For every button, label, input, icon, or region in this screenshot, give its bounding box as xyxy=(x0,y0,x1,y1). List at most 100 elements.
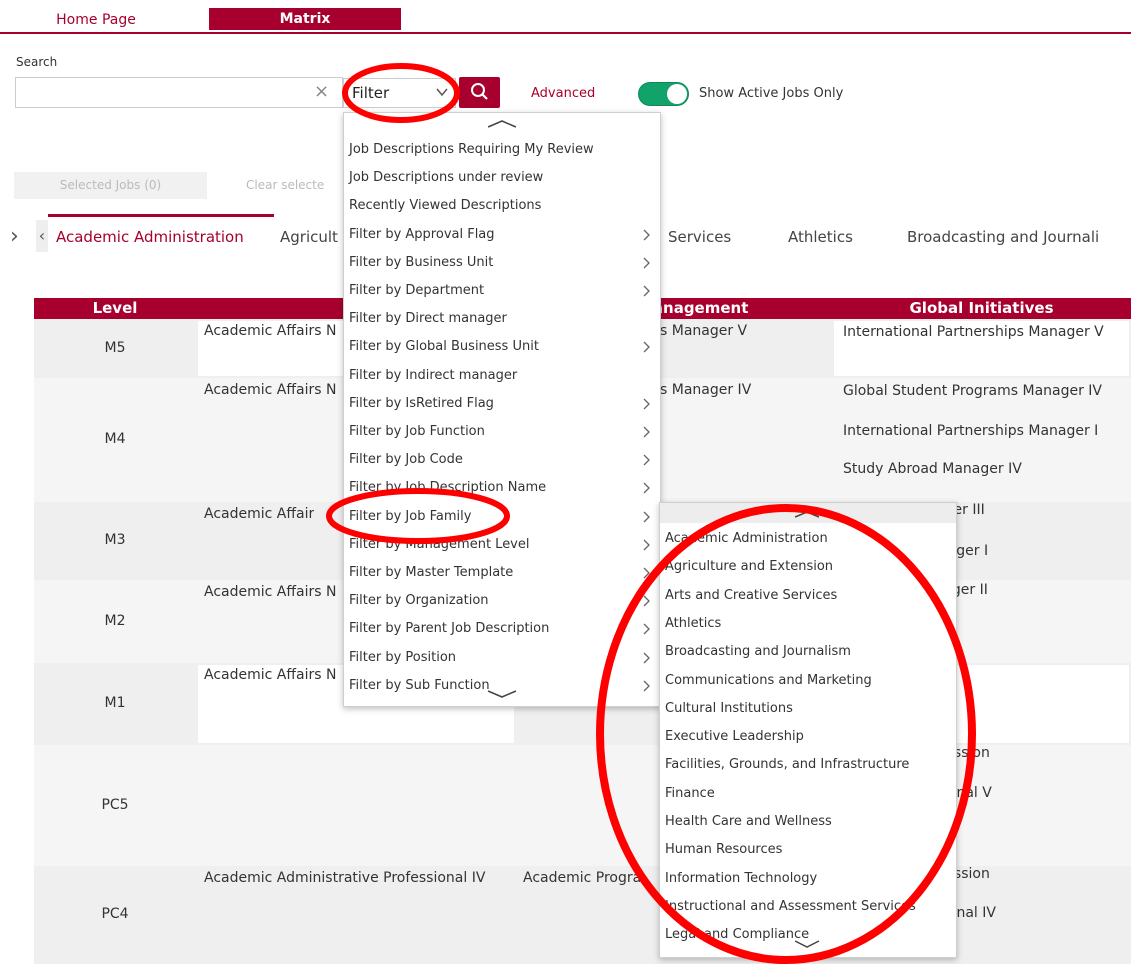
search-input[interactable] xyxy=(15,77,343,108)
active-jobs-toggle[interactable] xyxy=(638,82,689,106)
filter-menu-item-label: Filter by Position xyxy=(349,649,457,665)
job-link[interactable]: Academic Administrative Professional IV xyxy=(204,870,504,887)
level-cell: M4 xyxy=(104,431,126,447)
filter-menu: Job Descriptions Requiring My Review Job … xyxy=(343,112,661,707)
filter-menu-item[interactable]: Filter by Organization xyxy=(349,593,659,608)
tab-broadcasting-and-journalism[interactable]: Broadcasting and Journali xyxy=(907,228,1099,246)
selected-jobs-button[interactable]: Selected Jobs (0) xyxy=(14,172,207,199)
level-cell: PC4 xyxy=(101,906,129,922)
job-link[interactable]: Academic Affairs N xyxy=(204,584,336,600)
chevron-right-icon xyxy=(643,257,650,269)
scroll-up-icon[interactable] xyxy=(344,117,660,131)
filter-menu-item[interactable]: Filter by Master Template xyxy=(349,565,659,580)
chevron-right-icon xyxy=(643,341,650,353)
tab-scroll-right-icon[interactable]: › xyxy=(10,224,19,249)
filter-menu-item[interactable]: Job Descriptions Requiring My Review xyxy=(349,142,659,157)
filter-menu-item-label: Filter by Master Template xyxy=(349,565,514,580)
job-family-option[interactable]: Academic Administration xyxy=(665,531,828,546)
tab-agriculture[interactable]: Agricult xyxy=(280,228,338,246)
job-link[interactable]: International Partnerships Manager I xyxy=(843,423,1131,439)
filter-menu-item[interactable]: Filter by Direct manager xyxy=(349,311,659,326)
header-global-initiatives: Global Initiatives xyxy=(832,298,1131,319)
tab-scroll-left-icon[interactable]: ‹ xyxy=(36,220,48,252)
search-label: Search xyxy=(16,55,58,69)
job-link[interactable]: Global Student Programs Manager IV xyxy=(843,383,1131,399)
job-link[interactable]: International Partnerships Manager V xyxy=(843,324,1131,340)
filter-menu-item[interactable]: Filter by Job Code xyxy=(349,452,659,467)
header-level: Level xyxy=(34,298,196,319)
tab-athletics[interactable]: Athletics xyxy=(788,228,853,246)
chevron-right-icon xyxy=(643,426,650,438)
advanced-search-link[interactable]: Advanced xyxy=(531,86,595,101)
scroll-down-icon[interactable] xyxy=(344,687,660,701)
job-link[interactable]: Study Abroad Manager IV xyxy=(843,461,1131,477)
filter-menu-item-label: Filter by Global Business Unit xyxy=(349,339,539,355)
job-family-option[interactable]: Communications and Marketing xyxy=(665,673,872,688)
filter-menu-item[interactable]: Job Descriptions under review xyxy=(349,170,659,185)
clear-search-icon[interactable]: × xyxy=(314,82,329,102)
level-cell: M1 xyxy=(104,695,126,711)
job-family-option[interactable]: Arts and Creative Services xyxy=(665,588,837,603)
job-family-option[interactable]: Information Technology xyxy=(665,871,817,886)
chevron-right-icon xyxy=(643,539,650,551)
filter-menu-item[interactable]: Filter by Position xyxy=(349,650,659,665)
filter-menu-item[interactable]: Filter by Job Family xyxy=(349,509,659,524)
tab-academic-administration[interactable]: Academic Administration xyxy=(56,228,244,246)
job-link[interactable]: Academic Affair xyxy=(204,506,314,522)
filter-select[interactable]: Filter xyxy=(343,78,456,108)
job-family-option[interactable]: Human Resources xyxy=(665,842,782,857)
job-family-option[interactable]: Cultural Institutions xyxy=(665,701,793,716)
level-cell: PC5 xyxy=(101,796,129,813)
job-link[interactable]: Academic Affairs N xyxy=(204,667,336,683)
table-row xyxy=(34,745,1131,866)
filter-menu-item-label: Job Descriptions under review xyxy=(349,170,544,186)
filter-menu-item-label: Filter by Business Unit xyxy=(349,254,494,270)
clear-selected-button[interactable]: Clear selecte xyxy=(246,178,324,192)
job-link[interactable]: s Manager V xyxy=(660,323,747,339)
filter-menu-item[interactable]: Filter by Management Level xyxy=(349,537,659,552)
chevron-right-icon xyxy=(643,285,650,297)
job-link[interactable]: s Manager IV xyxy=(660,382,751,398)
level-cell: M5 xyxy=(104,339,126,356)
scroll-down-icon[interactable] xyxy=(660,937,956,951)
job-family-option[interactable]: Broadcasting and Journalism xyxy=(665,644,851,659)
filter-menu-item[interactable]: Filter by IsRetired Flag xyxy=(349,396,659,411)
filter-select-value: Filter xyxy=(352,84,390,102)
filter-menu-item-label: Filter by Parent Job Description xyxy=(349,621,550,637)
filter-menu-item[interactable]: Filter by Job Description Name xyxy=(349,480,659,495)
level-cell: M2 xyxy=(104,612,126,629)
job-family-option[interactable]: Health Care and Wellness xyxy=(665,814,832,829)
filter-menu-item[interactable]: Recently Viewed Descriptions xyxy=(349,198,659,213)
scroll-up-icon[interactable] xyxy=(660,507,956,521)
chevron-right-icon xyxy=(643,652,650,664)
active-jobs-label: Show Active Jobs Only xyxy=(699,86,844,101)
chevron-right-icon xyxy=(643,567,650,579)
job-family-option[interactable]: Instructional and Assessment Services xyxy=(665,899,916,914)
job-link[interactable]: Academic Affairs N xyxy=(204,323,336,339)
tab-services[interactable]: Services xyxy=(668,228,731,246)
job-family-submenu: Academic Administration Agriculture and E… xyxy=(659,502,957,958)
job-family-option[interactable]: Athletics xyxy=(665,616,721,631)
filter-menu-item-label: Filter by Job Description Name xyxy=(349,480,547,496)
filter-menu-item[interactable]: Filter by Indirect manager xyxy=(349,368,659,383)
filter-menu-item[interactable]: Filter by Global Business Unit xyxy=(349,339,659,354)
job-link[interactable]: Academic Progra xyxy=(523,870,641,886)
job-family-option[interactable]: Executive Leadership xyxy=(665,729,804,744)
chevron-right-icon xyxy=(643,482,650,494)
filter-menu-item[interactable]: Filter by Parent Job Description xyxy=(349,621,659,636)
job-link[interactable]: Academic Affairs N xyxy=(204,382,336,398)
nav-tab-matrix[interactable]: Matrix xyxy=(209,8,401,30)
nav-tab-home-page[interactable]: Home Page xyxy=(12,8,180,32)
filter-menu-item[interactable]: Filter by Business Unit xyxy=(349,255,659,270)
job-family-option[interactable]: Facilities, Grounds, and Infrastructure xyxy=(665,757,909,772)
search-button[interactable] xyxy=(459,77,500,108)
job-family-option[interactable]: Finance xyxy=(665,786,715,801)
filter-menu-item-label: Filter by Direct manager xyxy=(349,311,507,327)
filter-menu-item[interactable]: Filter by Department xyxy=(349,283,659,298)
filter-menu-item[interactable]: Filter by Job Function xyxy=(349,424,659,439)
chevron-right-icon xyxy=(643,454,650,466)
filter-menu-item[interactable]: Filter by Approval Flag xyxy=(349,227,659,242)
job-family-option[interactable]: Agriculture and Extension xyxy=(665,559,833,574)
filter-menu-item-label: Filter by IsRetired Flag xyxy=(349,395,494,411)
search-icon xyxy=(471,83,488,100)
